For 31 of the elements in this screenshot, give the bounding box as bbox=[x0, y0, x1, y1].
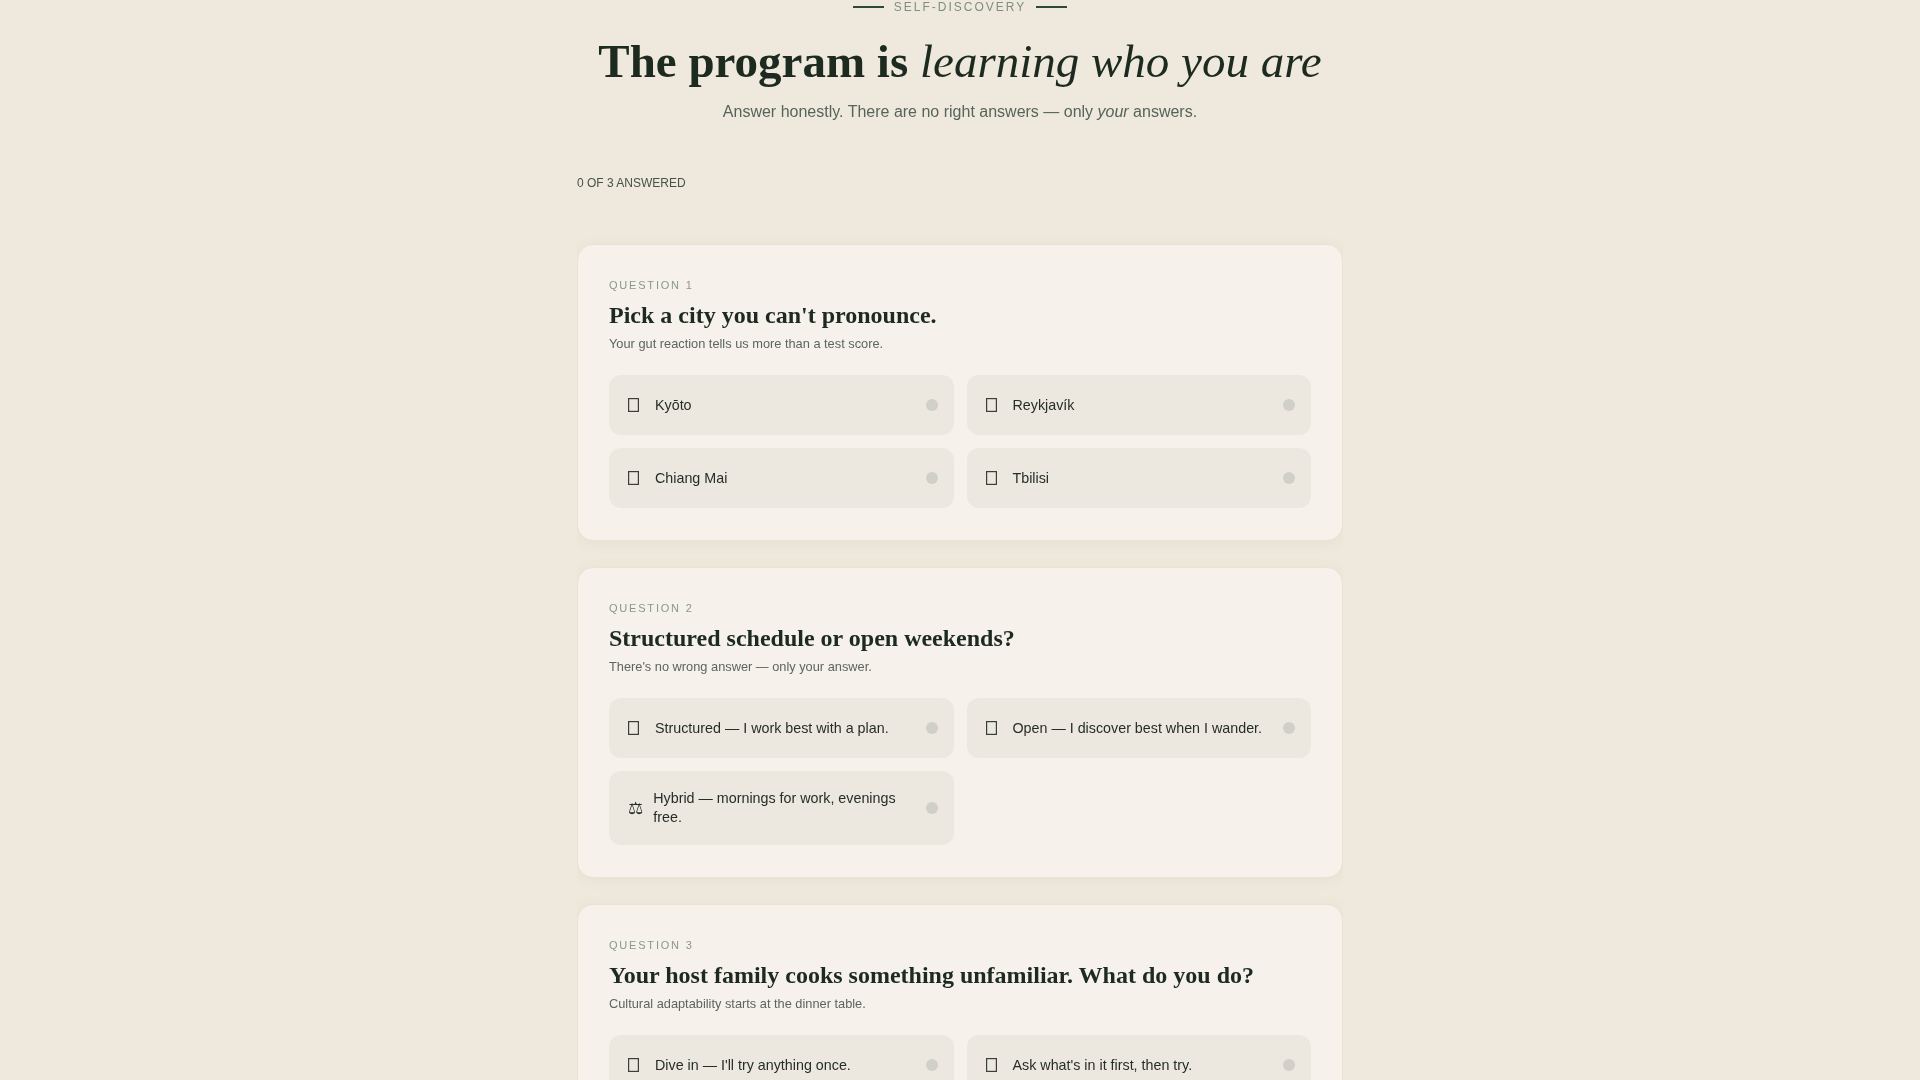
answer-option[interactable]: Reykjavík bbox=[966, 375, 1311, 435]
rectangle-outline-icon bbox=[628, 398, 639, 412]
rectangle-outline-icon bbox=[985, 471, 997, 485]
rectangle-outline-icon bbox=[985, 721, 997, 735]
answer-option[interactable]: Dive in — I'll try anything once. bbox=[609, 1035, 954, 1080]
answer-option[interactable]: Chiang Mai bbox=[609, 448, 954, 508]
question-number: QUESTION 1 bbox=[609, 279, 694, 291]
answer-option[interactable]: ⚖ Hybrid — mornings for work, evenings free. bbox=[609, 771, 954, 845]
question-title: Structured schedule or open weekends? bbox=[609, 624, 1016, 653]
answer-option[interactable]: Structured — I work best with a plan. bbox=[609, 698, 954, 758]
question-hint: Your gut reaction tells us more than a test score. bbox=[609, 336, 885, 352]
rectangle-outline-icon bbox=[985, 398, 997, 412]
question-hint: Cultural adaptability starts at the dinner table. bbox=[609, 996, 867, 1012]
question-number: QUESTION 3 bbox=[609, 939, 694, 951]
question-title: Pick a city you can't pronounce. bbox=[609, 301, 938, 330]
rectangle-outline-icon bbox=[628, 1058, 639, 1072]
question-number: QUESTION 2 bbox=[609, 602, 694, 614]
progress-label: 0 OF 3 ANSWERED bbox=[577, 175, 686, 191]
rectangle-outline-icon bbox=[985, 1058, 997, 1072]
answer-option[interactable]: Tbilisi bbox=[966, 448, 1311, 508]
question-hint: There's no wrong answer — only your answer. bbox=[609, 659, 873, 675]
intro-text: Answer honestly. There are no right answers — only your answers. bbox=[721, 102, 1199, 122]
answer-option[interactable]: Ask what's in it first, then try. bbox=[966, 1035, 1311, 1080]
eyebrow-label: SELF-DISCOVERY bbox=[893, 0, 1027, 14]
answer-option[interactable]: Open — I discover best when I wander. bbox=[966, 698, 1311, 758]
question-title: Your host family cooks something unfamiliar. What do you do? bbox=[609, 961, 1255, 990]
scales-icon: ⚖ bbox=[628, 798, 644, 818]
rectangle-outline-icon bbox=[628, 721, 639, 735]
answer-option[interactable]: Kyōto bbox=[609, 375, 954, 435]
rectangle-outline-icon bbox=[628, 471, 639, 485]
page-title: The program is learning who you are bbox=[597, 34, 1323, 89]
